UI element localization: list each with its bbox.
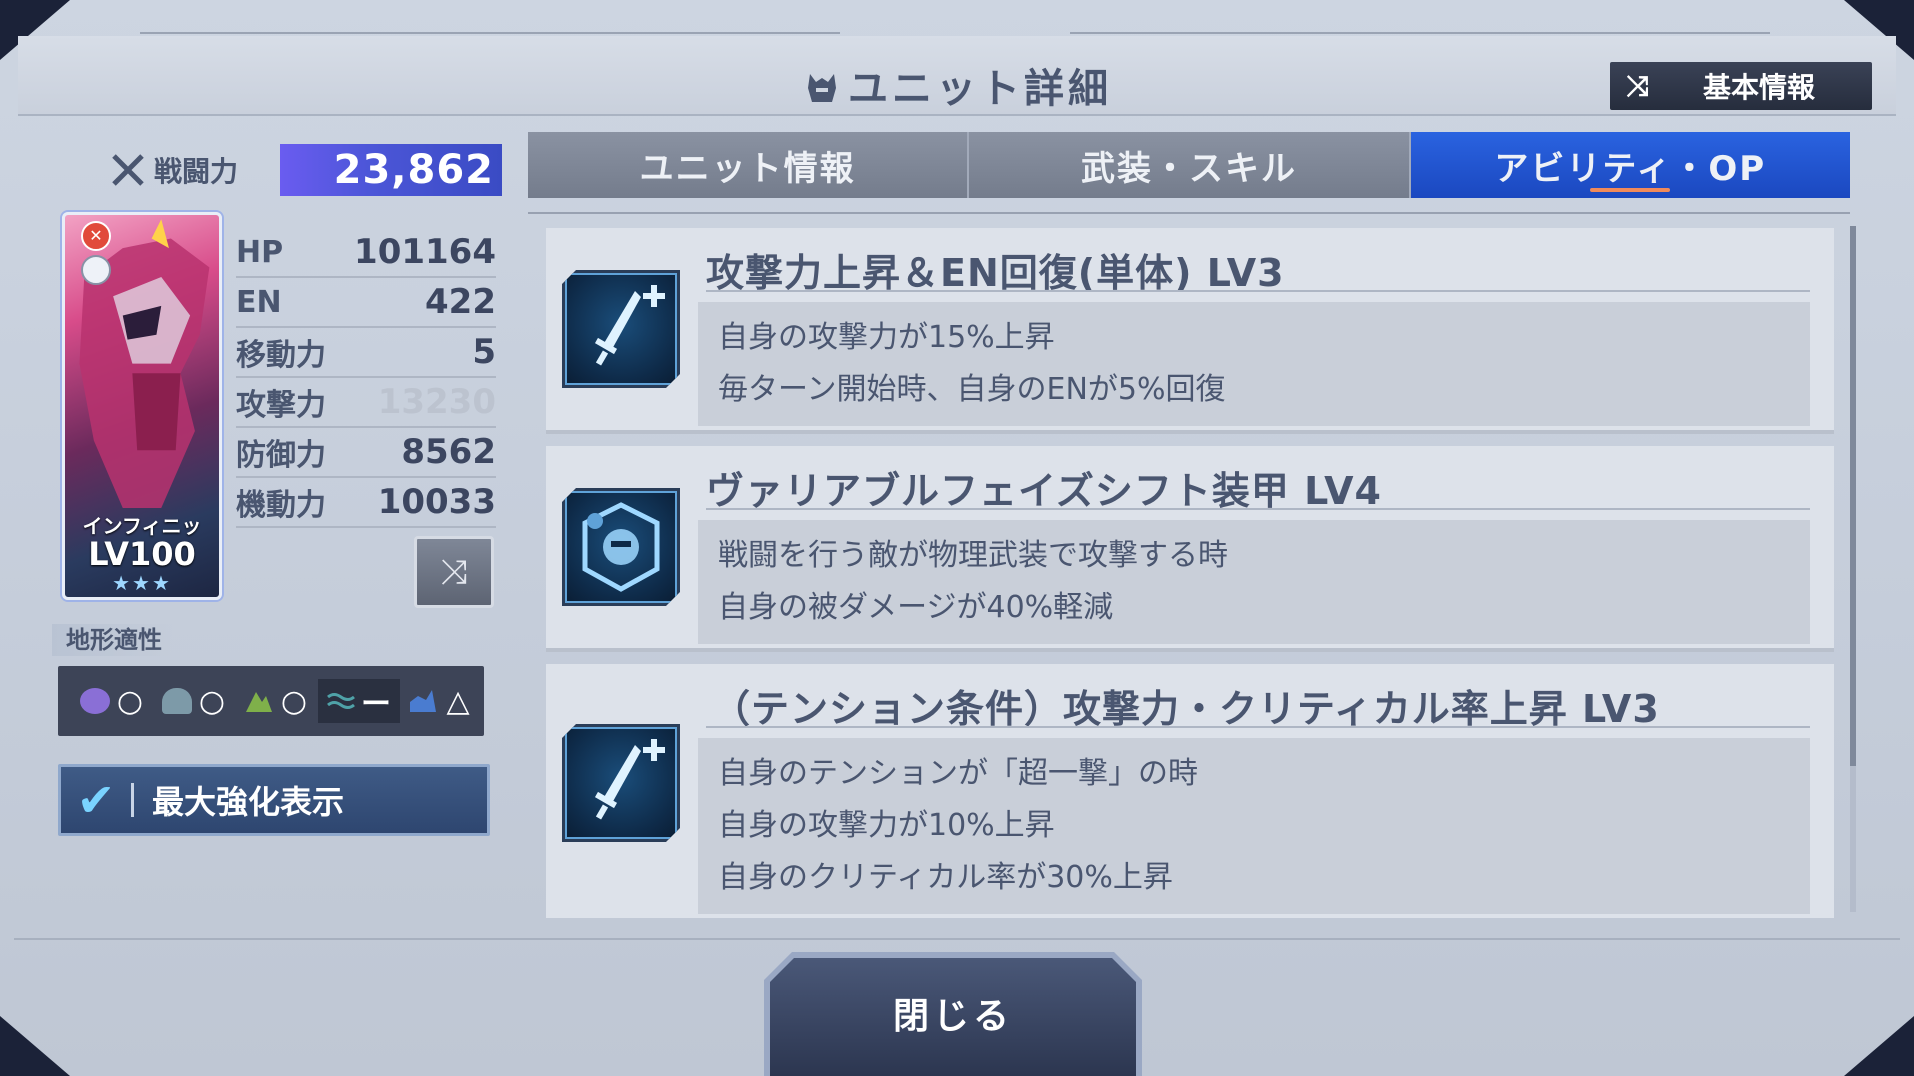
tab-ability-op[interactable]: アビリティ・OP [1410, 132, 1850, 198]
stat-label: 機動力 [236, 488, 326, 523]
ability-line: 自身のクリティカル率が30%上昇 [718, 860, 1173, 895]
checkmark-icon: ✔ [76, 773, 116, 827]
stat-value: 10033 [377, 482, 496, 522]
basic-info-label: 基本情報 [1702, 71, 1815, 104]
max-enhance-toggle[interactable]: ✔ 最大強化表示 [58, 764, 490, 836]
tab-unit-info[interactable]: ユニット情報 [528, 132, 970, 198]
ability-title-underline [706, 290, 1810, 292]
terrain-item-water: ー [318, 679, 400, 723]
unit-level: LV100 [88, 535, 196, 573]
stat-label: HP [236, 234, 284, 270]
stat-value: 422 [425, 282, 496, 322]
ability-description: 自身の攻撃力が15%上昇 毎ターン開始時、自身のENが5%回復 [698, 302, 1810, 426]
basic-info-button[interactable]: ⤨ 基本情報 [1610, 62, 1872, 110]
stat-row-defense: 防御力 8562 [236, 428, 496, 478]
ability-line: 自身のテンションが「超一撃」の時 [718, 756, 1198, 791]
ability-line: 戦闘を行う敵が物理武装で攻撃する時 [718, 538, 1228, 573]
terrain-mark: ○ [280, 683, 308, 719]
sword-badge-icon: ✕ [81, 221, 111, 251]
tab-weapons-skills[interactable]: 武装・スキル [969, 132, 1411, 198]
ability-list: 攻撃力上昇＆EN回復(単体) LV3 自身の攻撃力が15%上昇 毎ターン開始時、… [546, 228, 1834, 930]
terrain-mark: △ [446, 683, 470, 719]
ability-item: 攻撃力上昇＆EN回復(単体) LV3 自身の攻撃力が15%上昇 毎ターン開始時、… [546, 228, 1834, 434]
stat-row-hp: HP 101164 [236, 228, 496, 278]
terrain-item-air: ○ [154, 679, 236, 723]
stat-label: 移動力 [236, 338, 326, 373]
tab-bar: ユニット情報 武装・スキル アビリティ・OP [528, 132, 1850, 198]
ground-icon [246, 692, 272, 712]
close-button[interactable]: 閉じる [770, 958, 1136, 1076]
sword-plus-icon [562, 724, 680, 842]
terrain-mark: ○ [198, 683, 226, 719]
stat-value: 8562 [401, 432, 496, 472]
stat-label: 攻撃力 [236, 388, 326, 423]
stat-row-mobility: 機動力 10033 [236, 478, 496, 528]
ability-line: 自身の被ダメージが40%軽減 [718, 590, 1114, 625]
ability-title: ヴァリアブルフェイズシフト装甲 LV4 [706, 469, 1382, 513]
ability-description: 自身のテンションが「超一撃」の時 自身の攻撃力が10%上昇 自身のクリティカル率… [698, 738, 1810, 914]
terrain-aptitude: ○ ○ ○ ー △ [58, 666, 484, 736]
ability-description: 戦闘を行う敵が物理武装で攻撃する時 自身の被ダメージが40%軽減 [698, 520, 1810, 644]
terrain-item-underwater: △ [400, 679, 482, 723]
stats-list: HP 101164 EN 422 移動力 5 攻撃力 13230 防御力 856… [236, 228, 496, 528]
ability-item: （テンション条件）攻撃力・クリティカル率上昇 LV3 自身のテンションが「超一撃… [546, 664, 1834, 918]
header-divider [1070, 32, 1770, 34]
terrain-item-space: ○ [72, 679, 154, 723]
underwater-icon [410, 690, 436, 712]
ability-title: （テンション条件）攻撃力・クリティカル率上昇 LV3 [712, 687, 1660, 731]
stat-value: 101164 [354, 232, 496, 272]
mech-head-icon [808, 74, 836, 102]
crossed-swords-icon [112, 154, 144, 186]
shuffle-icon: ⤨ [440, 552, 468, 592]
combat-power-value: 23,862 [280, 144, 502, 196]
air-icon [162, 688, 192, 714]
max-enhance-label: 最大強化表示 [152, 783, 345, 821]
combat-power-text: 戦闘力 [154, 155, 239, 188]
stat-label: 防御力 [236, 438, 326, 473]
page-title-text: ユニット詳細 [848, 66, 1112, 112]
stat-label: EN [236, 284, 282, 320]
scrollbar-thumb[interactable] [1850, 226, 1856, 766]
armor-shield-icon [562, 488, 680, 606]
tabs-divider [528, 212, 1850, 214]
ability-line: 自身の攻撃力が10%上昇 [718, 808, 1055, 843]
unit-rarity-stars: ★★★ [112, 571, 172, 595]
stat-row-attack: 攻撃力 13230 [236, 378, 496, 428]
ability-title-underline [706, 508, 1810, 510]
terrain-label: 地形適性 [52, 624, 172, 656]
ability-title: 攻撃力上昇＆EN回復(単体) LV3 [706, 251, 1285, 295]
footer-divider [14, 938, 1900, 940]
status-badge-icon [81, 255, 111, 285]
stat-row-move: 移動力 5 [236, 328, 496, 378]
sword-plus-icon [562, 270, 680, 388]
combat-power-label: 戦闘力 [108, 150, 238, 190]
terrain-item-ground: ○ [236, 679, 318, 723]
ability-line: 毎ターン開始時、自身のENが5%回復 [718, 372, 1226, 407]
header-divider [140, 32, 840, 34]
stat-row-en: EN 422 [236, 278, 496, 328]
ability-item: ヴァリアブルフェイズシフト装甲 LV4 戦闘を行う敵が物理武装で攻撃する時 自身… [546, 446, 1834, 652]
terrain-mark: ー [361, 687, 391, 722]
ability-line: 自身の攻撃力が15%上昇 [718, 320, 1055, 355]
divider [131, 783, 134, 817]
stat-value: 13230 [377, 382, 496, 422]
unit-card[interactable]: ✕ インフィニッ LV100 ★★★ [62, 212, 222, 600]
stat-value: 5 [472, 332, 496, 372]
water-icon [327, 693, 355, 709]
shuffle-icon: ⤨ [1626, 69, 1650, 102]
space-icon [80, 688, 110, 714]
ability-title-underline [706, 726, 1810, 728]
swap-unit-button[interactable]: ⤨ [414, 536, 494, 608]
terrain-mark: ○ [116, 683, 144, 719]
